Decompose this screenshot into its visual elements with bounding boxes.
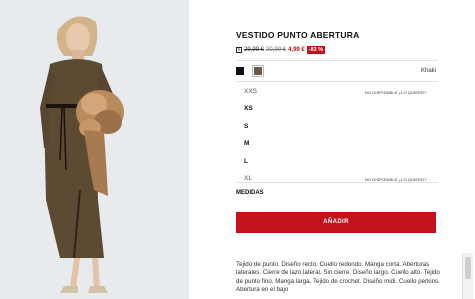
color-swatch-black[interactable]: [236, 67, 244, 75]
original-price: 29,99 €: [244, 47, 265, 53]
discount-badge: -83 %: [306, 46, 326, 54]
color-swatch-khaki[interactable]: [254, 67, 262, 75]
size-label: XL: [244, 174, 252, 182]
divider: [236, 182, 438, 183]
add-to-cart-button[interactable]: AÑADIR: [236, 212, 436, 233]
scrollbar[interactable]: [462, 253, 473, 299]
size-label: M: [244, 140, 250, 148]
model-image: [0, 0, 189, 299]
size-label: XXS: [244, 88, 258, 95]
product-title: VESTIDO PUNTO ABERTURA: [236, 30, 360, 40]
previous-price: 20,99 €: [266, 47, 287, 53]
divider: [236, 60, 438, 61]
price-row: i 29,99 € 20,99 € 4,99 € -83 %: [236, 45, 326, 55]
size-option-l[interactable]: L: [236, 154, 438, 171]
size-label: S: [244, 122, 249, 130]
current-price: 4,99 €: [288, 47, 305, 53]
divider: [236, 81, 438, 82]
product-panel: VESTIDO PUNTO ABERTURA i 29,99 € 20,99 €…: [236, 0, 440, 299]
size-option-s[interactable]: S: [236, 119, 438, 136]
size-selector[interactable]: XXS NO DISPONIBLE ¿LO QUIERO? XS S M L X…: [236, 84, 438, 182]
size-option-xs[interactable]: XS: [236, 101, 438, 118]
size-label: XS: [244, 105, 253, 113]
product-photo[interactable]: [0, 0, 189, 299]
size-option-xl[interactable]: XL NO DISPONIBLE ¿LO QUIERO?: [236, 171, 438, 182]
selected-color-label: Khaki: [420, 68, 436, 74]
scrollbar-thumb[interactable]: [465, 257, 471, 279]
size-label: L: [244, 157, 248, 165]
measures-link[interactable]: MEDIDAS: [236, 190, 264, 196]
product-description: Tejido de punto. Diseño recto. Cuello re…: [236, 261, 440, 294]
size-option-xxs[interactable]: XXS NO DISPONIBLE ¿LO QUIERO?: [236, 84, 438, 101]
size-option-m[interactable]: M: [236, 136, 438, 153]
unavailable-note[interactable]: NO DISPONIBLE ¿LO QUIERO?: [365, 90, 427, 95]
info-icon[interactable]: i: [236, 47, 242, 53]
